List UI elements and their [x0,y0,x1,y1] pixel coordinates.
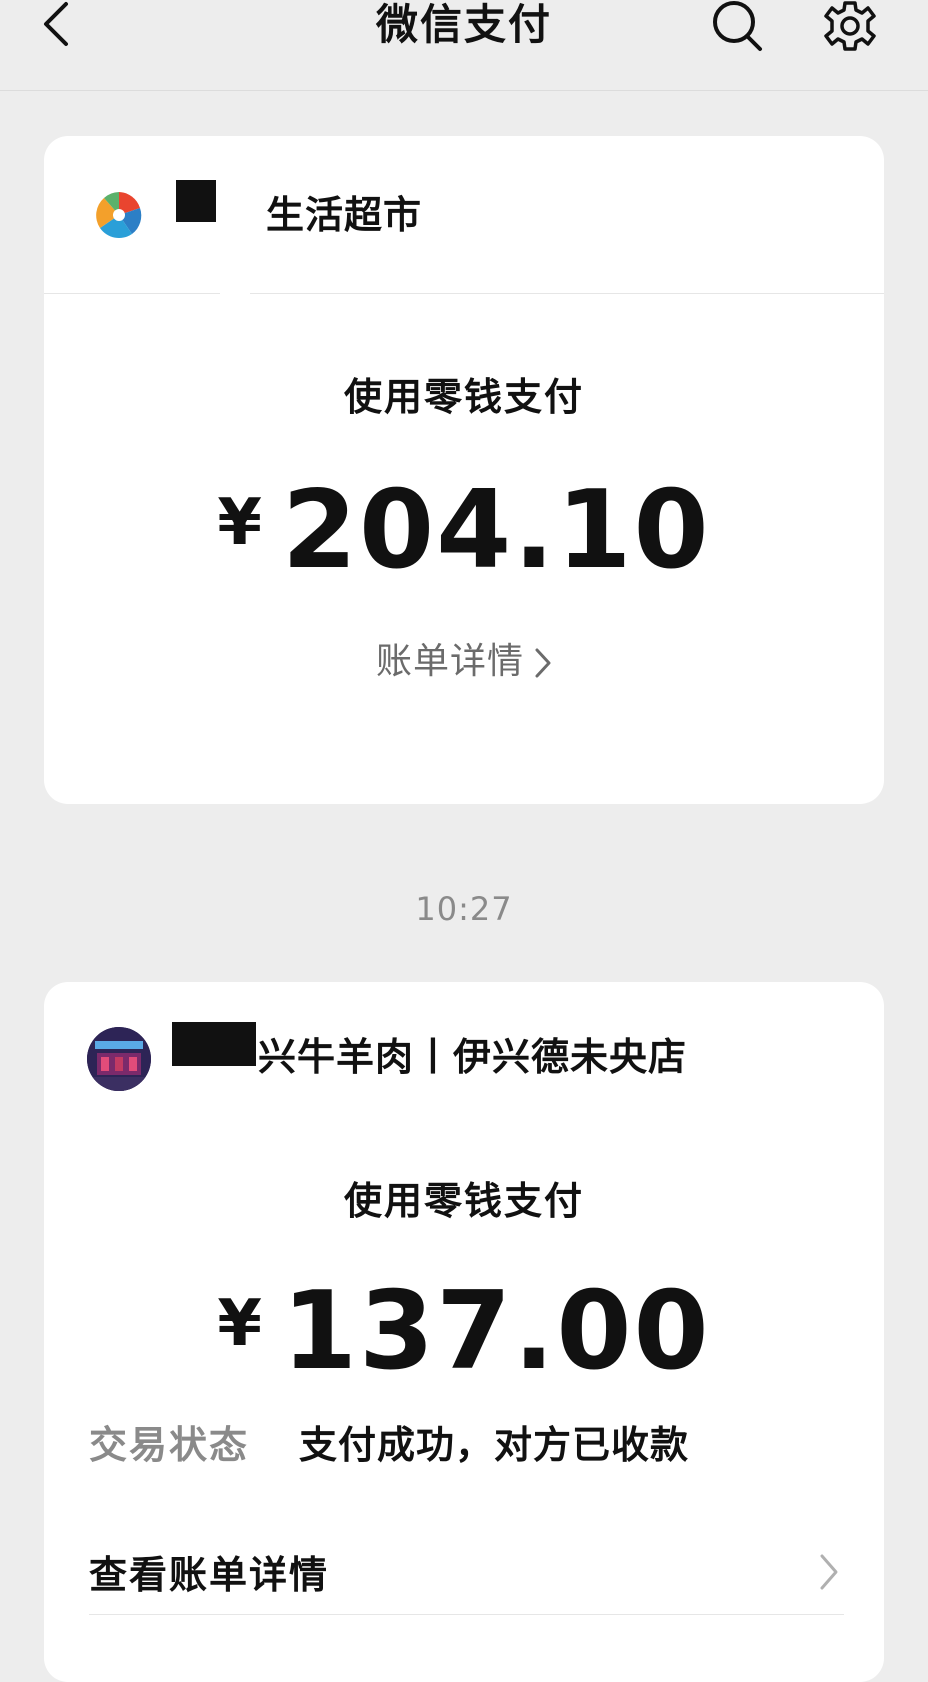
payment-card-restaurant: 兴牛羊肉丨伊兴德未央店 使用零钱支付 ¥137.00 交易状态 支付成功，对方已收… [44,982,884,1682]
currency-symbol: ¥ [217,486,262,560]
bill-details-link[interactable]: 账单详情 [44,640,884,684]
search-button[interactable] [710,0,766,52]
settings-button[interactable] [822,0,878,52]
merchant-name: 生活超市 [266,193,423,237]
payment-amount: ¥204.10 [44,476,884,586]
merchant-logo-icon [96,192,142,239]
redaction-mark [220,176,250,296]
amount-value: 204.10 [281,468,711,593]
merchant-row[interactable]: 兴牛羊肉丨伊兴德未央店 [44,982,884,1139]
storefront-icon [87,1027,151,1091]
chevron-right-icon [535,648,551,678]
redaction-mark [172,1022,256,1066]
payment-amount: ¥137.00 [44,1277,884,1387]
view-bill-details-label: 查看账单详情 [89,1553,330,1597]
view-bill-details-row[interactable]: 查看账单详情 [89,1542,844,1615]
redaction-mark [176,180,216,222]
gear-icon [824,1,876,51]
merchant-row[interactable]: 生活超市 [44,136,884,296]
merchant-name: 兴牛羊肉丨伊兴德未央店 [258,1035,688,1079]
transaction-status-value: 支付成功，对方已收款 [299,1423,690,1467]
transaction-status-row: 交易状态 支付成功，对方已收款 [89,1420,689,1470]
timestamp: 10:27 [415,890,513,928]
currency-symbol: ¥ [217,1287,262,1361]
avatar [87,1027,151,1091]
transaction-status-label: 交易状态 [89,1423,250,1467]
search-icon [713,1,762,51]
amount-value: 137.00 [281,1269,711,1394]
bill-details-label: 账单详情 [375,641,524,682]
payment-card-supermarket: 生活超市 使用零钱支付 ¥204.10 账单详情 [44,136,884,804]
payment-method-label: 使用零钱支付 [343,375,584,419]
navigation-bar: 微信支付 [0,0,928,91]
payment-method-label: 使用零钱支付 [343,1179,584,1223]
chevron-right-icon [820,1554,838,1590]
page-title: 微信支付 [375,0,552,49]
